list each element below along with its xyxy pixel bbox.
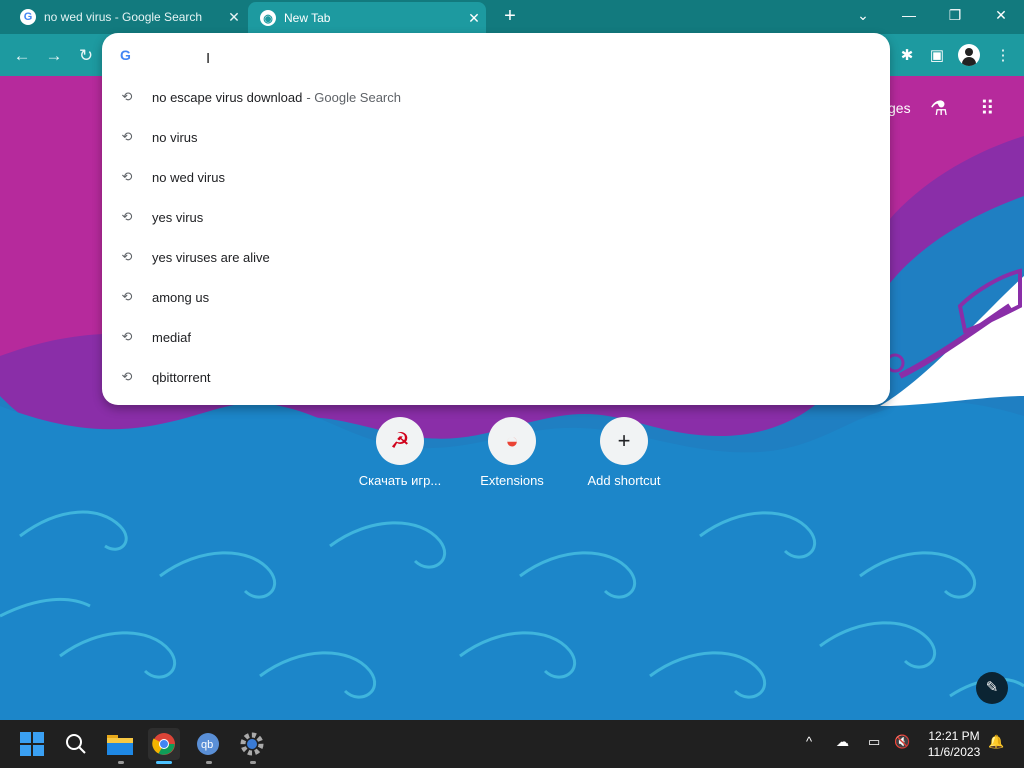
shortcut-label: Add shortcut: [587, 473, 661, 488]
new-tab-button[interactable]: +: [498, 5, 522, 29]
chrome-taskbar-button[interactable]: [148, 728, 180, 760]
google-icon: G: [120, 47, 131, 63]
shortcut-label: Скачать игр...: [358, 473, 442, 488]
clock-date: 11/6/2023: [927, 745, 981, 759]
shortcut-site-icon: ☭: [376, 417, 424, 465]
back-button[interactable]: ←: [10, 45, 34, 69]
history-icon: ⟲: [121, 289, 133, 304]
suggestion-text: mediaf: [152, 329, 192, 345]
gear-icon: [240, 732, 264, 756]
start-button[interactable]: [16, 728, 48, 760]
suggestion-item[interactable]: ⟲ mediaf: [102, 317, 890, 357]
google-favicon-icon: G: [20, 9, 36, 25]
running-indicator: [250, 761, 256, 764]
shortcut-extensions[interactable]: ◒ Extensions: [462, 417, 562, 488]
settings-taskbar-button[interactable]: [236, 728, 268, 760]
suggestion-item[interactable]: ⟲ no wed virus: [102, 157, 890, 197]
suggestion-suffix: - Google Search: [306, 89, 401, 105]
qbittorrent-taskbar-button[interactable]: qb: [192, 728, 224, 760]
suggestion-item[interactable]: ⟲ qbittorrent: [102, 357, 890, 397]
suggestion-item[interactable]: ⟲ among us: [102, 277, 890, 317]
close-window-button[interactable]: ✕: [978, 0, 1024, 30]
history-icon: ⟲: [121, 89, 133, 104]
suggestion-text: qbittorrent: [152, 369, 211, 385]
history-icon: ⟲: [121, 329, 133, 344]
suggestion-text: yes virus: [152, 209, 204, 225]
search-icon: [66, 734, 86, 754]
file-explorer-button[interactable]: [104, 728, 136, 760]
customize-chrome-button[interactable]: ✎: [976, 672, 1008, 704]
svg-text:qb: qb: [201, 739, 213, 751]
suggestion-item[interactable]: ⟲ no virus: [102, 117, 890, 157]
minimize-button[interactable]: —: [886, 0, 932, 30]
suggestion-text: no virus: [152, 129, 198, 145]
history-icon: ⟲: [121, 129, 133, 144]
chrome-favicon-icon: ◉: [260, 10, 276, 26]
qbittorrent-icon: qb: [197, 733, 219, 755]
text-cursor: I: [206, 50, 211, 67]
suggestion-item[interactable]: ⟲ no escape virus download - Google Sear…: [102, 77, 890, 117]
shortcut-tile[interactable]: ☭ Скачать игр...: [350, 417, 450, 488]
history-icon: ⟲: [121, 169, 133, 184]
restore-button[interactable]: ❐: [932, 0, 978, 30]
suggestion-text: yes viruses are alive: [152, 249, 270, 265]
suggestion-text: among us: [152, 289, 210, 305]
windows-logo-icon: [20, 732, 44, 756]
close-tab-icon[interactable]: ✕: [462, 10, 486, 27]
chrome-icon: [152, 733, 175, 755]
google-apps-icon[interactable]: ⠿: [980, 96, 995, 121]
reload-button[interactable]: ↻: [74, 45, 98, 69]
labs-icon[interactable]: ⚗: [930, 96, 948, 121]
history-icon: ⟲: [121, 369, 133, 384]
add-shortcut-button[interactable]: + Add shortcut: [574, 417, 674, 488]
history-icon: ⟲: [121, 209, 133, 224]
images-link[interactable]: ges: [888, 100, 911, 116]
notification-bell-icon[interactable]: 🔔: [988, 734, 1004, 750]
clock-time: 12:21 PM: [928, 729, 980, 743]
chrome-extensions-icon: ◒: [488, 417, 536, 465]
suggestion-item[interactable]: ⟲ yes viruses are alive: [102, 237, 890, 277]
active-indicator: [156, 761, 172, 764]
plus-icon: +: [600, 417, 648, 465]
tab-google-search[interactable]: G no wed virus - Google Search ✕: [8, 0, 246, 34]
tab-new-tab[interactable]: ◉ New Tab ✕: [248, 2, 486, 34]
forward-button[interactable]: →: [42, 45, 66, 69]
profile-avatar[interactable]: [958, 44, 980, 66]
onedrive-icon[interactable]: ☁: [836, 734, 849, 750]
running-indicator: [118, 761, 124, 764]
taskbar-clock[interactable]: 12:21 PM 11/6/2023: [916, 728, 992, 760]
running-indicator: [206, 761, 212, 764]
search-button[interactable]: [60, 728, 92, 760]
side-panel-icon[interactable]: ▣: [924, 44, 950, 68]
tab-title: no wed virus - Google Search: [44, 10, 203, 24]
tray-overflow-icon[interactable]: ^: [806, 734, 812, 749]
shortcut-label: Extensions: [480, 473, 544, 488]
chrome-menu-icon[interactable]: ⋮: [990, 44, 1016, 68]
history-icon: ⟲: [121, 249, 133, 264]
folder-icon: [107, 735, 133, 755]
tab-search-button[interactable]: ⌄: [840, 0, 886, 30]
volume-muted-icon[interactable]: 🔇: [894, 734, 910, 750]
network-icon[interactable]: ▭: [868, 734, 880, 750]
suggestion-item[interactable]: ⟲ yes virus: [102, 197, 890, 237]
extensions-icon[interactable]: ✱: [894, 44, 920, 68]
tab-title: New Tab: [284, 11, 331, 25]
close-tab-icon[interactable]: ✕: [222, 9, 246, 26]
suggestion-text: no wed virus: [152, 169, 225, 185]
omnibox-input[interactable]: [150, 41, 850, 69]
suggestion-text: no escape virus download: [152, 89, 303, 105]
omnibox-dropdown: G I ⟲ no escape virus download - Google …: [102, 33, 890, 405]
